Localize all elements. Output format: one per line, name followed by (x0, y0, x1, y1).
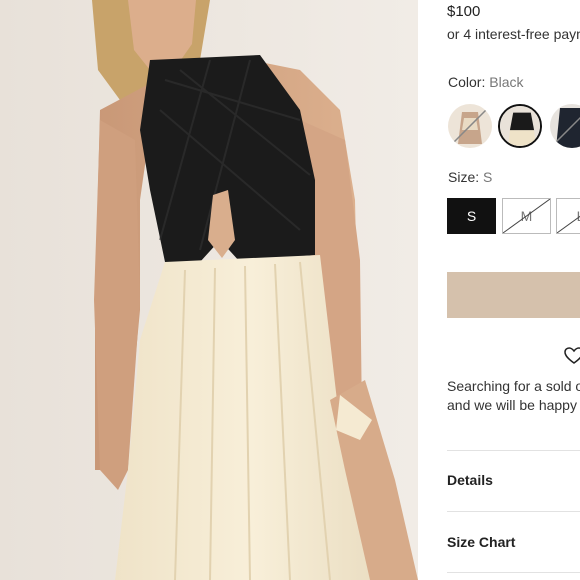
color-selector-label: Color: Black (448, 74, 523, 90)
size-option-l[interactable]: L (556, 198, 580, 234)
unavailable-slash-icon (503, 199, 550, 233)
product-price: $100 (447, 3, 481, 20)
swatch-thumbnail (550, 104, 580, 148)
model-photo (0, 0, 418, 580)
size-selector-label: Size: S (448, 169, 492, 185)
color-swatch-black[interactable] (498, 104, 542, 148)
add-to-bag-button[interactable] (447, 272, 580, 318)
size-label: Size: (448, 169, 480, 185)
size-option-s[interactable]: S (447, 198, 496, 234)
product-details-panel: $100 or 4 interest-free payments Color: … (418, 0, 580, 580)
size-option-label: S (466, 208, 477, 224)
details-accordion[interactable]: Details (447, 472, 580, 488)
installments-text: or 4 interest-free payments (447, 26, 580, 42)
heart-icon[interactable] (564, 347, 580, 365)
color-value: Black (489, 74, 524, 90)
color-label: Color: (448, 74, 486, 90)
size-chart-accordion[interactable]: Size Chart (447, 534, 580, 550)
size-value: S (483, 169, 493, 185)
divider (447, 511, 580, 512)
color-swatch-print[interactable] (448, 104, 492, 148)
size-option-m[interactable]: M (502, 198, 551, 234)
divider (447, 572, 580, 573)
divider (447, 450, 580, 451)
product-image[interactable] (0, 0, 418, 580)
unavailable-slash-icon (557, 215, 580, 233)
color-swatch-navy[interactable] (550, 104, 580, 148)
sold-out-message-line: and we will be happy to help. (447, 397, 580, 413)
swatch-thumbnail (448, 104, 492, 148)
swatch-thumbnail (500, 106, 540, 146)
sold-out-size-message: Searching for a sold out size? Let us kn… (447, 377, 580, 415)
sold-out-message-line: Searching for a sold out size? Let us kn… (447, 378, 580, 394)
